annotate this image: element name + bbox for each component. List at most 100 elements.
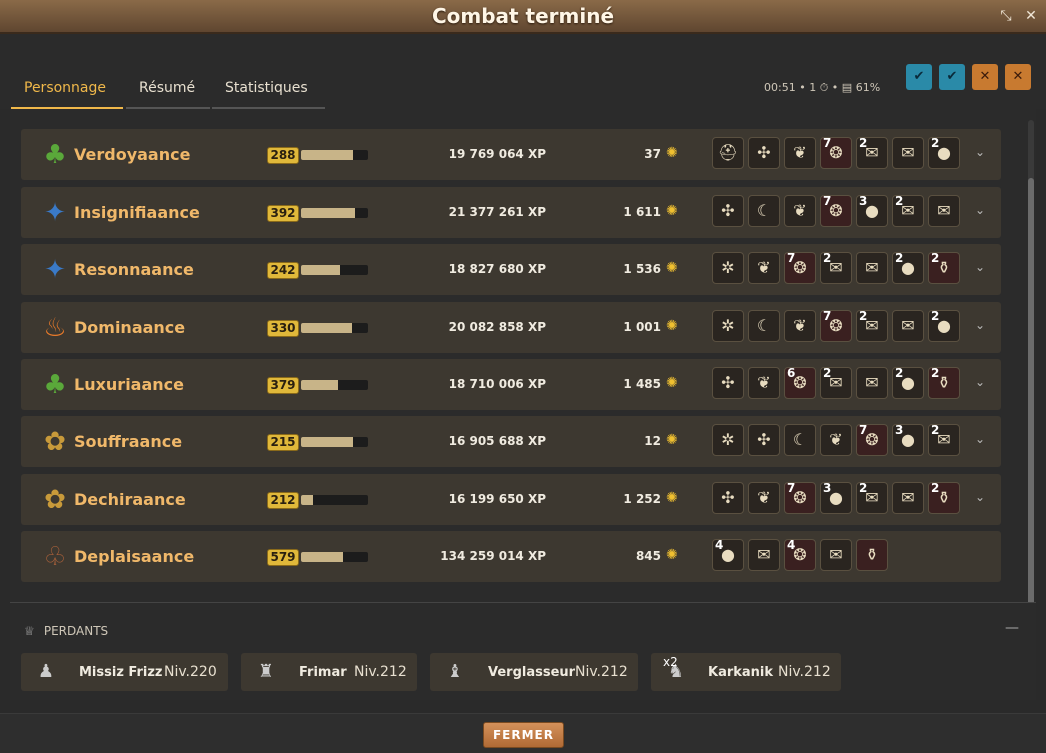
item-quantity: 2 [931,423,940,437]
scroll-item-icon[interactable]: ✉ 2 [856,309,888,342]
lock-group-icon[interactable]: ✔ [939,64,965,90]
scroll-item-icon[interactable]: ✉ [892,482,924,514]
plant-item-icon[interactable]: ❦ [748,367,780,399]
tab-personnage[interactable]: Personnage [11,80,119,108]
meat-item-icon[interactable]: ❂ 7 [856,423,888,456]
meat-item-icon[interactable]: ❂ 7 [784,481,816,514]
potion-item-icon[interactable]: ⚱ [856,539,888,571]
monster-avatar: ♝ [446,661,464,682]
plant-item-icon[interactable]: ❦ [784,310,816,342]
player-row[interactable]: ♣ Luxuriaance 379 18 710 006 XP 1 485 ✺ ✣ ❦ ❂ 6 ✉ 2… [21,359,1001,410]
chevron-down-icon[interactable]: ⌄ [972,489,988,505]
bone-item-icon[interactable]: ✣ [748,137,780,169]
loser-card[interactable]: ♞ x2 Karkanik Niv.212 [651,653,841,691]
losers-heading: ♕ PERDANTS [24,624,109,638]
chevron-down-icon[interactable]: ⌄ [972,374,988,390]
horn-item-icon[interactable]: ☾ [748,195,780,227]
plant-item-icon[interactable]: ❦ [784,195,816,227]
kamas-gained: 37 [644,147,661,161]
player-row[interactable]: ♨ Dominaance 330 20 082 858 XP 1 001 ✺ ✲ ☾ ❦ ❂ 7 ✉ 2… [21,302,1001,353]
meat-item-icon[interactable]: ❂ 7 [820,194,852,227]
scroll-item-icon[interactable]: ✉ 2 [892,194,924,227]
scroll-item-icon[interactable]: ✉ [892,310,924,342]
lock-pets-icon[interactable]: ✕ [1005,64,1031,90]
player-row[interactable]: ♣ Verdoyaance 288 19 769 064 XP 37 ✺ ⛑ ✣ ❦ ❂ 7 ✉ 2 ✉ ●… [21,129,1001,180]
item-quantity: 2 [931,481,940,495]
results-list [10,109,1036,602]
scroll-item-icon[interactable]: ✉ [748,539,780,571]
horn-item-icon[interactable]: ☾ [784,424,816,456]
fish-item-icon[interactable]: ✲ [712,424,744,456]
item-quantity: 6 [787,366,796,380]
plant-item-icon[interactable]: ❦ [784,137,816,169]
horn-item-icon[interactable]: ☾ [748,310,780,342]
chevron-down-icon[interactable]: ⌄ [972,317,988,333]
loser-card[interactable]: ♜ Frimar Niv.212 [241,653,417,691]
lock-help-icon[interactable]: ✕ [972,64,998,90]
scroll-item-icon[interactable]: ✉ 2 [856,481,888,514]
combat-meta: 00:51 • 1 ⏱ • ▤ 61% [764,81,881,94]
scroll-item-icon[interactable]: ✉ [856,252,888,284]
orb-item-icon[interactable]: ● 3 [856,194,888,227]
orb-item-icon[interactable]: ● 2 [892,251,924,284]
scroll-item-icon[interactable]: ✉ 2 [820,366,852,399]
plant-item-icon[interactable]: ❦ [748,482,780,514]
item-quantity: 3 [823,481,832,495]
meat-item-icon[interactable]: ❂ 7 [820,309,852,342]
xp-progress-bar [301,380,368,390]
orb-item-icon[interactable]: ● 2 [928,136,960,169]
collapse-icon[interactable]: — [1005,620,1019,636]
orb-item-icon[interactable]: ● 3 [892,423,924,456]
item-quantity: 7 [787,251,796,265]
bone-item-icon[interactable]: ✣ [712,482,744,514]
close-icon[interactable]: ✕ [1022,7,1040,25]
tab-statistiques[interactable]: Statistiques [212,80,321,108]
player-row[interactable]: ✿ Souffraance 215 16 905 688 XP 12 ✺ ✲ ✣ ☾ ❦ ❂ 7 ● 3 ✉… [21,416,1001,467]
bone-item-icon[interactable]: ✣ [712,367,744,399]
bone-item-icon[interactable]: ✣ [712,195,744,227]
close-button[interactable]: FERMER [483,722,564,748]
helmet-item-icon[interactable]: ⛑ [712,137,744,169]
scroll-item-icon[interactable]: ✉ 2 [856,136,888,169]
orb-item-icon[interactable]: ● 2 [928,309,960,342]
orb-item-icon[interactable]: ● 3 [820,481,852,514]
potion-item-icon[interactable]: ⚱ 2 [928,366,960,399]
tab-resume[interactable]: Résumé [126,80,208,108]
meat-item-icon[interactable]: ❂ 7 [784,251,816,284]
trophy-icon: ♕ [24,624,35,638]
loser-name: Missiz Frizz [79,665,163,680]
loser-card[interactable]: ♟ Missiz Frizz Niv.220 [21,653,228,691]
plant-item-icon[interactable]: ❦ [748,252,780,284]
xp-progress-bar [301,437,368,447]
meat-item-icon[interactable]: ❂ 7 [820,136,852,169]
character-name: Deplaisaance [74,547,195,566]
fish-item-icon[interactable]: ✲ [712,252,744,284]
scroll-item-icon[interactable]: ✉ 2 [820,251,852,284]
meat-item-icon[interactable]: ❂ 6 [784,366,816,399]
player-row[interactable]: ✦ Resonnaance 242 18 827 680 XP 1 536 ✺ ✲ ❦ ❂ 7 ✉ 2… [21,244,1001,295]
plant-item-icon[interactable]: ❦ [820,424,852,456]
scroll-item-icon[interactable]: ✉ [928,195,960,227]
chevron-down-icon[interactable]: ⌄ [972,431,988,447]
meat-item-icon[interactable]: ❂ 4 [784,538,816,571]
chevron-down-icon[interactable]: ⌄ [972,144,988,160]
chevron-down-icon[interactable]: ⌄ [972,259,988,275]
scroll-item-icon[interactable]: ✉ [856,367,888,399]
xp-gained: 18 827 680 XP [448,262,546,276]
bone-item-icon[interactable]: ✣ [748,424,780,456]
fish-item-icon[interactable]: ✲ [712,310,744,342]
potion-item-icon[interactable]: ⚱ 2 [928,251,960,284]
scroll-item-icon[interactable]: ✉ [820,539,852,571]
player-row[interactable]: ✦ Insignifiaance 392 21 377 261 XP 1 611 ✺ ✣ ☾ ❦… [21,187,1001,238]
chevron-down-icon[interactable]: ⌄ [972,202,988,218]
scroll-item-icon[interactable]: ✉ [892,137,924,169]
player-row[interactable]: ♧ Deplaisaance 579 134 259 014 XP 845 ✺ ● 4 ✉ ❂ 4 ✉… [21,531,1001,582]
potion-item-icon[interactable]: ⚱ 2 [928,481,960,514]
player-row[interactable]: ✿ Dechiraance 212 16 199 650 XP 1 252 ✺ ✣ ❦ ❂ 7 ● 3… [21,474,1001,525]
orb-item-icon[interactable]: ● 4 [712,538,744,571]
lock-spectator-icon[interactable]: ✔ [906,64,932,90]
scroll-item-icon[interactable]: ✉ 2 [928,423,960,456]
minimize-icon[interactable]: ⤡ [997,7,1015,25]
loser-card[interactable]: ♝ Verglasseur Niv.212 [430,653,638,691]
orb-item-icon[interactable]: ● 2 [892,366,924,399]
